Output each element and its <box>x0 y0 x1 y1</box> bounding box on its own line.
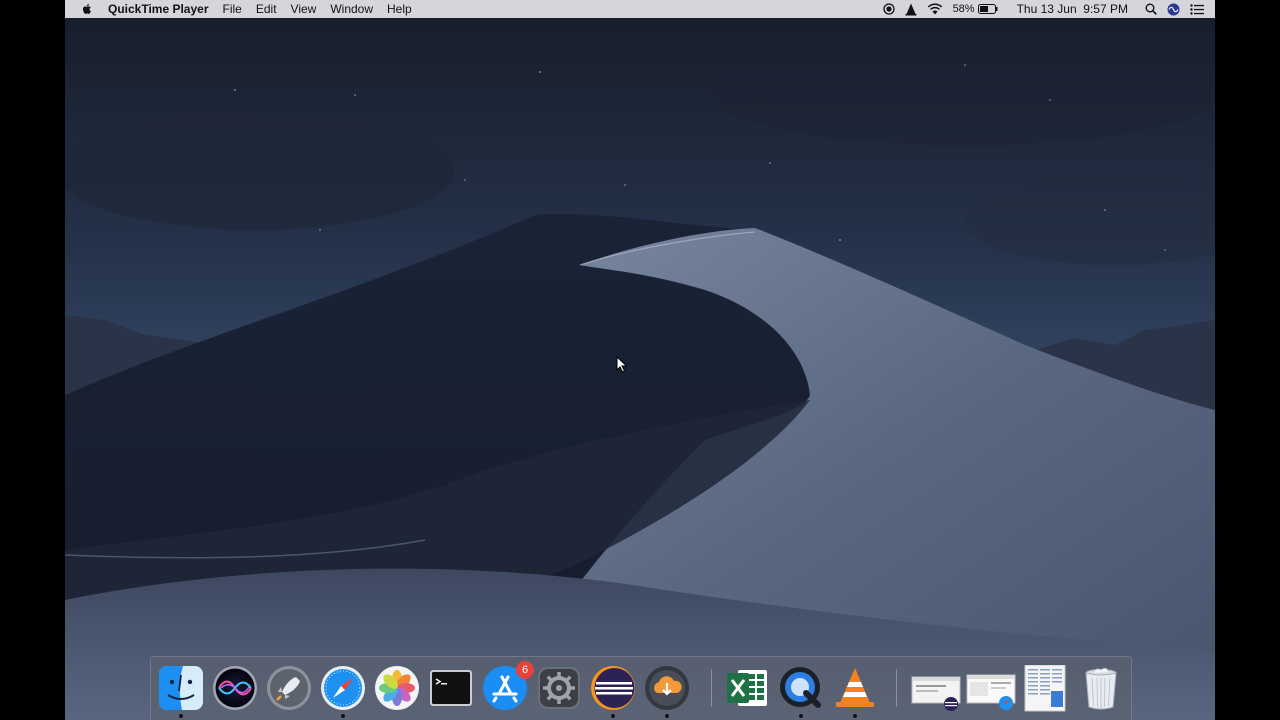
record-icon[interactable] <box>882 0 895 18</box>
vlc-status-icon[interactable] <box>905 0 917 18</box>
notification-list-icon[interactable] <box>1190 0 1204 18</box>
battery-percent: 58% <box>952 3 975 15</box>
terminal-icon <box>430 670 472 706</box>
app-store-badge: 6 <box>516 661 534 679</box>
dock-app-siri[interactable] <box>212 665 258 711</box>
vlc-icon <box>836 668 874 707</box>
dock-separator <box>711 669 712 707</box>
system-preferences-icon <box>538 667 580 709</box>
battery-icon[interactable] <box>977 0 998 18</box>
desktop: QuickTime Player File Edit View Window H… <box>65 0 1215 720</box>
dock: 6 <box>150 656 1132 720</box>
dock-app-terminal[interactable] <box>428 665 474 711</box>
minimized-window-eclipse[interactable] <box>911 665 961 711</box>
menubar-clock[interactable]: Thu 13 Jun 9:57 PM <box>1017 0 1128 18</box>
launchpad-icon <box>267 666 311 710</box>
wifi-icon[interactable] <box>927 0 943 18</box>
app-menu-quicktime[interactable]: QuickTime Player <box>108 0 216 18</box>
dock-app-app-store[interactable]: 6 <box>482 661 534 711</box>
downloader-icon <box>645 666 689 710</box>
desktop-wallpaper <box>65 0 1215 720</box>
mouse-cursor <box>616 356 628 373</box>
running-indicator <box>611 714 615 718</box>
trash-icon <box>1085 668 1117 710</box>
safari-icon <box>321 666 365 710</box>
running-indicator <box>799 714 803 718</box>
siri-icon <box>213 666 257 710</box>
window-thumbnail <box>966 674 1016 710</box>
running-indicator <box>853 714 857 718</box>
window-thumbnail <box>911 676 961 711</box>
running-indicator <box>341 714 345 718</box>
dock-app-safari[interactable] <box>320 665 366 718</box>
dock-app-system-preferences[interactable] <box>536 665 582 711</box>
dock-app-vlc[interactable] <box>832 665 878 718</box>
siri-icon[interactable] <box>1167 0 1180 18</box>
dock-app-photos[interactable] <box>374 665 420 711</box>
documents-stack[interactable] <box>1021 664 1069 712</box>
dock-app-quicktime[interactable] <box>778 665 824 718</box>
apple-icon[interactable] <box>80 2 94 16</box>
running-indicator <box>665 714 669 718</box>
dock-app-launchpad[interactable] <box>266 665 312 711</box>
menu-bar: QuickTime Player File Edit View Window H… <box>65 0 1215 18</box>
documents-stack-icon <box>1024 664 1066 712</box>
menu-view[interactable]: View <box>284 0 324 18</box>
eclipse-icon <box>591 666 635 710</box>
menu-help[interactable]: Help <box>380 0 419 18</box>
menu-edit[interactable]: Edit <box>249 0 284 18</box>
running-indicator <box>179 714 183 718</box>
excel-icon <box>727 670 767 706</box>
dock-app-eclipse[interactable] <box>590 665 636 718</box>
dock-trash[interactable] <box>1078 665 1124 711</box>
minimized-window-safari[interactable] <box>966 665 1016 711</box>
dock-app-finder[interactable] <box>158 665 204 718</box>
dock-app-excel[interactable] <box>724 665 770 711</box>
menu-window[interactable]: Window <box>323 0 380 18</box>
dock-separator <box>896 669 897 707</box>
quicktime-icon <box>780 667 821 708</box>
search-icon[interactable] <box>1145 0 1157 18</box>
menu-file[interactable]: File <box>216 0 249 18</box>
dock-app-downloader[interactable] <box>644 665 690 718</box>
finder-icon <box>159 666 203 710</box>
photos-icon <box>375 666 419 710</box>
